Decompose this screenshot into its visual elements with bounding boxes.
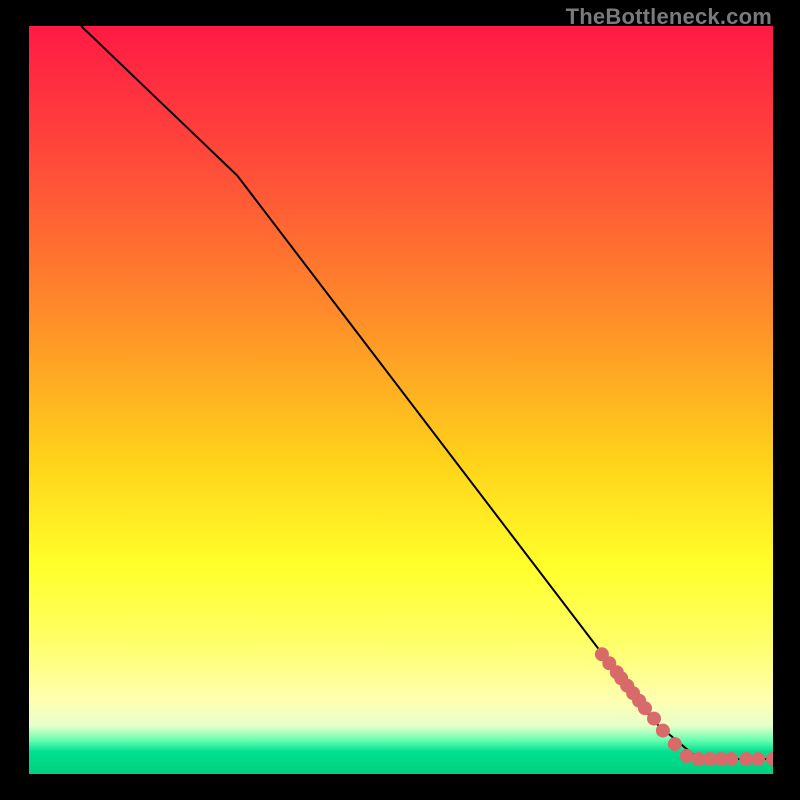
tail-marker: [680, 749, 694, 763]
tail-marker: [656, 724, 670, 738]
chart-frame: TheBottleneck.com: [0, 0, 800, 800]
tail-marker: [766, 752, 773, 766]
chart-overlay: [29, 26, 773, 774]
tail-marker: [751, 752, 765, 766]
plot-area: [29, 26, 773, 774]
tail-marker: [647, 712, 661, 726]
tail-marker: [668, 737, 682, 751]
tail-marker: [724, 752, 738, 766]
tail-markers-group: [595, 647, 773, 766]
bottleneck-curve: [81, 26, 773, 759]
